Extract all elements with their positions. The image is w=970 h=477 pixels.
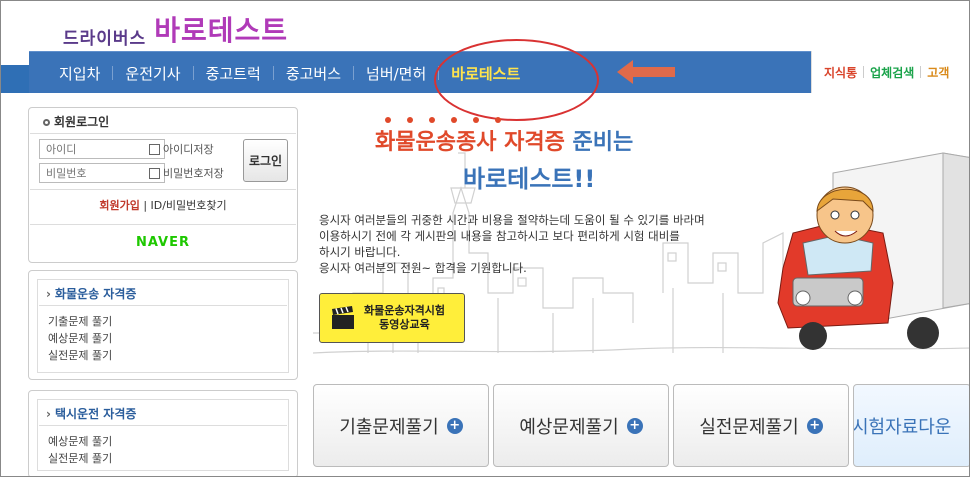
login-panel: 회원로그인 아이디저장 비밀번호저장 로그인 회원가입 | ID/비밀번호찾기 … [28, 107, 298, 263]
category-title[interactable]: › 화물운송 자격증 [46, 285, 136, 302]
chevron-right-icon: › [46, 407, 51, 421]
practice-exam-button[interactable]: 실전문제풀기 + [673, 384, 849, 467]
description-line: 이용하시기 전에 각 게시판의 내용을 참고하시고 보다 편리하게 시험 대비를 [319, 229, 680, 243]
video-line2: 동영상교육 [379, 318, 430, 331]
nav-right-links: 지식통 업체검색 고객 [811, 51, 969, 93]
category-title[interactable]: › 택시운전 자격증 [46, 405, 136, 422]
past-exam-button[interactable]: 기출문제풀기 + [313, 384, 489, 467]
nav-link-company-search[interactable]: 업체검색 [864, 64, 920, 81]
link-separator: | [143, 199, 151, 212]
page: 드라이버스 바로테스트 지입차 운전기사 중고트럭 중고버스 넘버/면허 바로테… [0, 0, 970, 477]
list-item[interactable]: 예상문제 풀기 [48, 433, 112, 450]
save-password-checkbox[interactable]: 비밀번호저장 [149, 165, 224, 181]
bullet-icon [43, 119, 50, 126]
expected-exam-label: 예상문제풀기 [519, 416, 619, 438]
hero-description: 응시자 여러분들의 귀중한 시간과 비용을 절약하는데 도움이 될 수 있기를 … [319, 212, 779, 276]
password-input[interactable] [39, 163, 165, 183]
clapperboard-icon [332, 306, 354, 329]
expected-exam-button[interactable]: 예상문제풀기 + [493, 384, 669, 467]
description-line: 하시기 바랍니다. [319, 245, 401, 259]
login-title: 회원로그인 [43, 113, 109, 130]
hero-title-rest: 준비는 [572, 130, 634, 155]
past-exam-label: 기출문제풀기 [339, 416, 439, 438]
join-link[interactable]: 회원가입 [99, 199, 139, 212]
login-title-text: 회원로그인 [54, 115, 110, 129]
description-line: 응시자 여러분들의 귀중한 시간과 비용을 절약하는데 도움이 될 수 있기를 … [319, 213, 705, 227]
plus-icon: + [626, 417, 643, 434]
divider [30, 133, 296, 134]
nav-link-customer[interactable]: 고객 [921, 64, 955, 81]
nav-item-driver[interactable]: 운전기사 [113, 63, 192, 84]
divider [39, 305, 287, 306]
plus-icon: + [446, 417, 463, 434]
login-links: 회원가입 | ID/비밀번호찾기 [29, 197, 297, 213]
divider [39, 425, 287, 426]
list-item[interactable]: 예상문제 풀기 [48, 330, 112, 347]
category-title-text: 택시운전 자격증 [54, 407, 137, 421]
site-logo[interactable]: 드라이버스 바로테스트 [63, 9, 288, 49]
hero-subtitle: 바로테스트!! [463, 165, 596, 193]
logo-main: 바로테스트 [154, 14, 289, 47]
category-panel-taxi: › 택시운전 자격증 예상문제 풀기 실전문제 풀기 [28, 390, 298, 476]
hero-title: 화물운송종사 자격증 준비는 [375, 124, 633, 156]
category-title-text: 화물운송 자격증 [54, 287, 137, 301]
divider [30, 224, 296, 225]
nav-left-strip [1, 65, 31, 93]
divider [30, 189, 296, 190]
nav-item-used-bus[interactable]: 중고버스 [274, 63, 353, 84]
checkbox-icon[interactable] [149, 167, 160, 179]
list-item[interactable]: 실전문제 풀기 [48, 450, 112, 467]
save-id-checkbox[interactable]: 아이디저장 [149, 141, 214, 157]
category-inner: › 택시운전 자격증 예상문제 풀기 실전문제 풀기 [37, 399, 289, 471]
login-button[interactable]: 로그인 [243, 139, 288, 182]
video-education-button[interactable]: 화물운송자격시험 동영상교육 [319, 293, 465, 343]
hero-title-highlight: 화물운송종사 자격증 [375, 130, 565, 155]
nav-item-jiipcha[interactable]: 지입차 [47, 63, 112, 84]
practice-exam-label: 실전문제풀기 [699, 416, 799, 438]
find-account-link[interactable]: ID/비밀번호찾기 [151, 199, 227, 212]
category-list: 기출문제 풀기 예상문제 풀기 실전문제 풀기 [48, 313, 112, 364]
category-inner: › 화물운송 자격증 기출문제 풀기 예상문제 풀기 실전문제 풀기 [37, 279, 289, 373]
plus-icon: + [806, 417, 823, 434]
description-line: 응시자 여러분의 전원~ 합격을 기원합니다. [319, 261, 527, 275]
video-button-text: 화물운송자격시험 동영상교육 [364, 304, 445, 332]
category-list: 예상문제 풀기 실전문제 풀기 [48, 433, 112, 467]
save-password-label: 비밀번호저장 [163, 167, 224, 180]
exam-material-label: 시험자료다운 [853, 416, 952, 438]
category-panel-freight: › 화물운송 자격증 기출문제 풀기 예상문제 풀기 실전문제 풀기 [28, 270, 298, 380]
exam-material-download-button[interactable]: 시험자료다운 [853, 384, 969, 467]
naver-login-button[interactable]: NAVER [29, 235, 297, 250]
list-item[interactable]: 기출문제 풀기 [48, 313, 112, 330]
checkbox-icon[interactable] [149, 143, 160, 155]
video-line1: 화물운송자격시험 [364, 304, 445, 317]
id-input[interactable] [39, 139, 165, 159]
list-item[interactable]: 실전문제 풀기 [48, 347, 112, 364]
logo-sub: 드라이버스 [63, 29, 147, 49]
chevron-right-icon: › [46, 287, 51, 301]
arrow-left-icon [617, 60, 675, 84]
nav-link-knowledge[interactable]: 지식통 [818, 64, 863, 81]
save-id-label: 아이디저장 [163, 143, 214, 156]
nav-item-license[interactable]: 넘버/면허 [354, 63, 438, 84]
nav-item-used-truck[interactable]: 중고트럭 [194, 63, 273, 84]
